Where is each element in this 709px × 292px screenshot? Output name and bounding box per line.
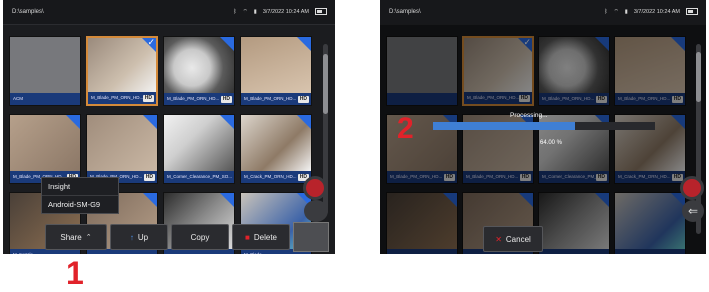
close-icon: ✕	[495, 234, 502, 244]
file-thumbnail[interactable]: M_Blade_PM_ORN_HD...HD	[240, 36, 312, 106]
hd-badge: HD	[142, 95, 154, 102]
up-button-label: Up	[137, 232, 149, 242]
copy-button[interactable]: Copy	[171, 224, 229, 250]
file-thumbnail[interactable]: M_Crack_PM_ORN_HD... HD	[240, 114, 312, 184]
clock: 3/7/2022 10:24 AM	[262, 8, 309, 15]
folder-path: D:\samples\	[389, 9, 421, 15]
file-thumbnail[interactable]: M_Blade_PM_ORN_HD...HD	[163, 36, 235, 106]
hd-badge: HD	[297, 96, 309, 103]
record-button[interactable]	[303, 176, 327, 200]
left-screen: D:\samples\ ᛒ ⌔ ▮ 3/7/2022 10:24 AM ACM ✓…	[3, 0, 335, 254]
record-button[interactable]	[680, 176, 704, 200]
scrollbar-thumb[interactable]	[696, 52, 701, 102]
battery-icon	[315, 8, 327, 15]
file-thumbnail[interactable]: M_Blade_PM_ORN_HD...HD	[86, 114, 158, 184]
cancel-button[interactable]: ✕ Cancel	[483, 226, 543, 252]
status-bar: D:\samples\ ᛒ ⌔ ▮ 3/7/2022 10:24 AM	[3, 0, 335, 25]
step-marker-2: 2	[397, 112, 414, 145]
corner-flag-icon	[143, 193, 157, 207]
scrollbar-thumb[interactable]	[323, 54, 328, 114]
right-screen: D:\samples\ ᛒ ⌔ ▮ 3/7/2022 10:24 AM ✓ M_B…	[380, 0, 706, 254]
progress-fill	[433, 122, 576, 130]
share-button[interactable]: Share ⌃	[45, 224, 107, 250]
copy-button-label: Copy	[190, 232, 210, 242]
file-thumbnail[interactable]: M_Blade_PM_ORN_HD...HD	[9, 114, 81, 184]
hd-badge: HD	[143, 174, 155, 181]
bluetooth-icon: ᛒ	[233, 8, 237, 15]
file-thumbnail[interactable]: M_Corner_Clearance_PM_SO...	[163, 114, 235, 184]
cancel-button-label: Cancel	[505, 234, 531, 244]
share-menu: Insight Android-SM-G9	[41, 177, 119, 214]
share-option-insight[interactable]: Insight	[42, 178, 118, 195]
status-bar: D:\samples\ ᛒ ⌔ ▮ 3/7/2022 10:24 AM	[380, 0, 706, 25]
corner-flag-icon	[220, 37, 234, 51]
modal-overlay	[380, 24, 706, 254]
processing-label: Processing...	[510, 112, 548, 119]
trash-icon: ■	[245, 232, 250, 242]
folder-thumbnail[interactable]: ACM	[9, 36, 81, 106]
corner-flag-icon	[220, 115, 234, 129]
file-thumbnail[interactable]: ✓ M_Blade_PM_ORN_HD... HD	[86, 36, 158, 106]
clock: 3/7/2022 10:24 AM	[633, 8, 680, 15]
share-option-android[interactable]: Android-SM-G9	[42, 195, 118, 213]
chevron-up-icon: ⌃	[85, 234, 92, 241]
battery-icon	[686, 8, 698, 15]
share-button-label: Share	[60, 232, 82, 242]
delete-button-label: Delete	[253, 232, 277, 242]
corner-flag-icon	[220, 193, 234, 207]
thumbnail-caption: M_Corner_Clearance_PM_SO...	[164, 171, 234, 183]
checkmark-icon: ✓	[147, 37, 155, 47]
thumbnail-caption: ACM	[10, 93, 80, 105]
storage-icon: ▮	[253, 8, 257, 15]
progress-percent: 64.00 %	[540, 140, 563, 146]
corner-flag-icon	[297, 115, 311, 129]
arrow-up-icon: ↑	[129, 232, 134, 242]
folder-icon	[10, 37, 80, 93]
wifi-icon: ⌔	[242, 9, 248, 15]
corner-flag-icon	[66, 115, 80, 129]
step-marker-1: 1	[66, 255, 84, 291]
progress-bar	[433, 122, 655, 130]
storage-icon: ▮	[624, 8, 628, 15]
back-arrow-icon[interactable]: ⇐	[682, 200, 704, 222]
up-button[interactable]: ↑ Up	[110, 224, 168, 250]
delete-button[interactable]: ■ Delete	[232, 224, 290, 250]
bluetooth-icon: ᛒ	[604, 8, 608, 15]
wifi-icon: ⌔	[613, 9, 619, 15]
corner-flag-icon	[297, 37, 311, 51]
hd-badge: HD	[220, 96, 232, 103]
back-button[interactable]	[304, 200, 328, 222]
folder-path: D:\samples\	[12, 9, 44, 15]
corner-flag-icon	[143, 115, 157, 129]
mini-preview[interactable]	[293, 222, 329, 252]
